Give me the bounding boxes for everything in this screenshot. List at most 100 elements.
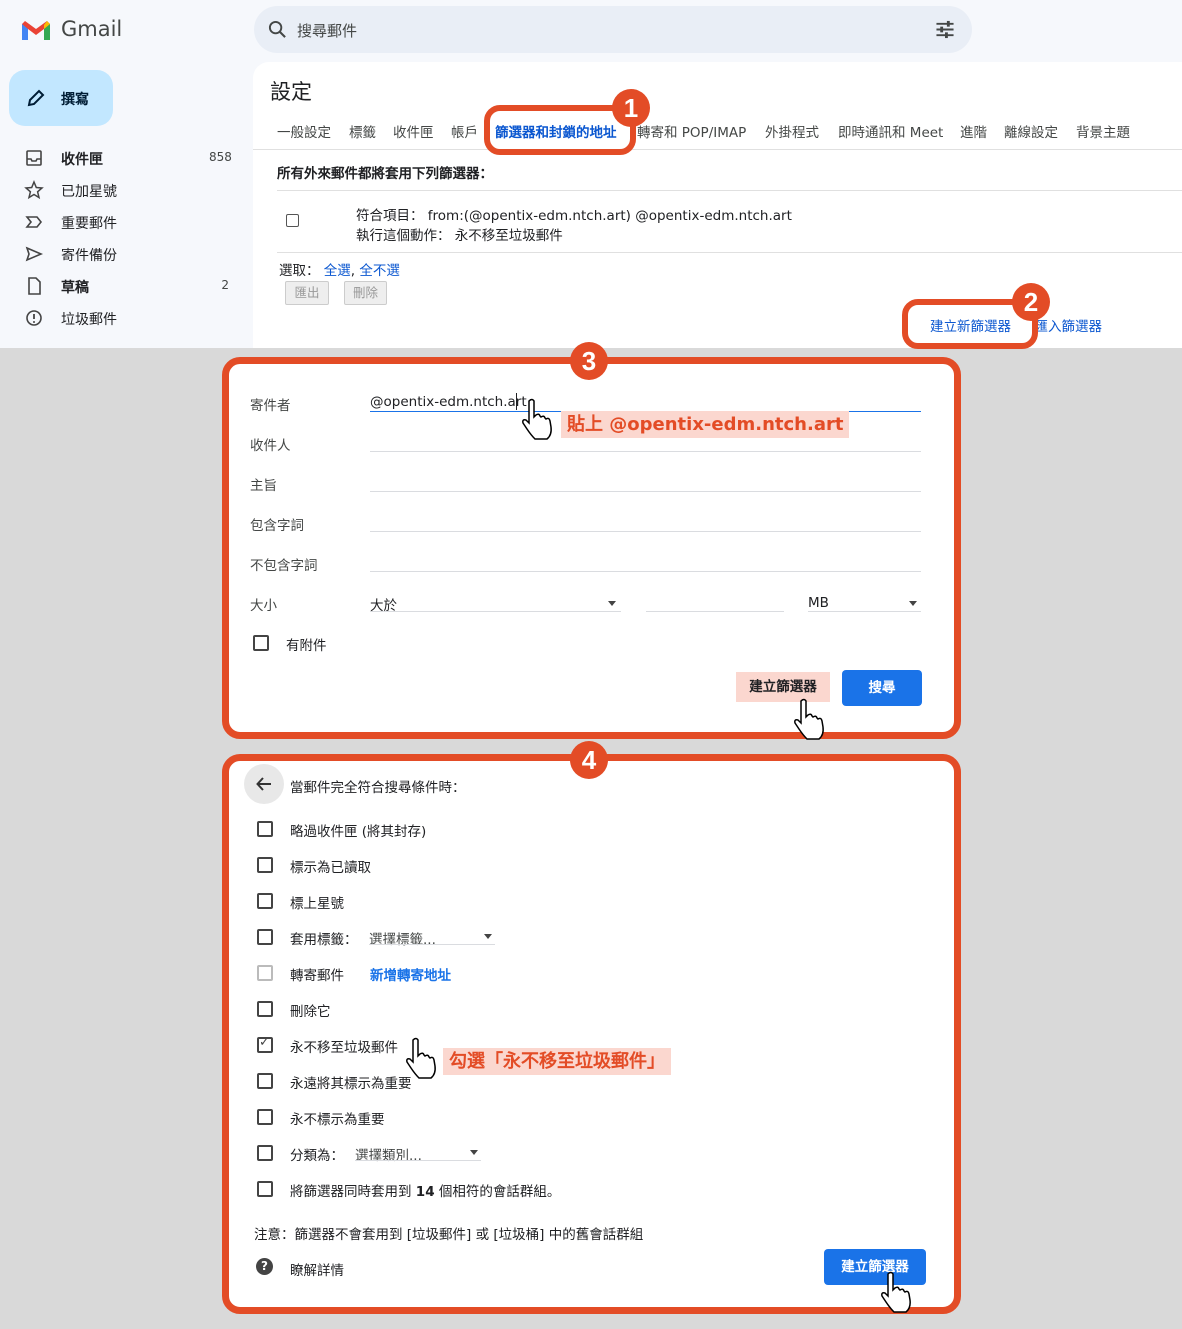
compose-button[interactable]: 撰寫: [9, 70, 113, 126]
star-icon: [24, 180, 44, 200]
search-options-icon[interactable]: [935, 20, 955, 39]
export-button[interactable]: 匯出: [285, 281, 329, 305]
check-instruction-note: 勾選「永不移至垃圾郵件」: [443, 1048, 671, 1075]
divider: [253, 149, 1182, 150]
tab-general[interactable]: 一般設定: [277, 121, 331, 141]
import-filter-link[interactable]: 匯入篩選器: [1035, 315, 1102, 335]
tab-addons[interactable]: 外掛程式: [765, 121, 819, 141]
categorize-label: 分類為：: [290, 1148, 344, 1164]
chevron-down-icon: [484, 934, 492, 939]
arrow-back-icon: [256, 777, 271, 791]
to-input[interactable]: [370, 451, 921, 452]
important-icon: [25, 216, 43, 228]
apply-to-matching-checkbox[interactable]: [257, 1181, 273, 1197]
search-icon[interactable]: [268, 20, 287, 39]
chevron-down-icon: [608, 601, 616, 606]
step-badge-2: 2: [1012, 283, 1050, 321]
select-label: 選取：: [279, 263, 320, 279]
categorize-checkbox[interactable]: [257, 1145, 273, 1161]
size-label: 大小: [250, 598, 277, 614]
delete-button[interactable]: 刪除: [344, 281, 387, 305]
paste-instruction-note: 貼上 @opentix-edm.ntch.art: [561, 411, 850, 438]
chevron-down-icon: [470, 1150, 478, 1155]
skip-inbox-checkbox[interactable]: [257, 821, 273, 837]
tab-inbox[interactable]: 收件匣: [393, 121, 434, 141]
subject-label: 主旨: [250, 478, 277, 494]
filter-criteria[interactable]: 符合項目： from:(@opentix-edm.ntch.art) @open…: [356, 204, 792, 224]
subject-input[interactable]: [370, 491, 921, 492]
draft-count: 2: [221, 278, 229, 292]
search-bar[interactable]: 搜尋郵件: [254, 6, 972, 53]
add-forward-address-link[interactable]: 新增轉寄地址: [370, 964, 451, 984]
send-icon: [25, 246, 44, 262]
delete-it-checkbox[interactable]: [257, 1001, 273, 1017]
size-value-input[interactable]: [646, 611, 784, 612]
search-input[interactable]: 搜尋郵件: [297, 20, 357, 41]
sidebar-item-label: 已加星號: [61, 184, 117, 200]
select-all-link[interactable]: 全選: [324, 263, 351, 279]
tab-forwarding[interactable]: 轉寄和 POP/IMAP: [637, 121, 746, 141]
sidebar-item-label: 重要郵件: [61, 216, 117, 232]
chevron-down-icon: [909, 601, 917, 606]
hand-cursor-icon: [406, 1037, 436, 1079]
apply-to-matching-label: 將篩選器同時套用到 14 個相符的會話群組。: [290, 1180, 560, 1200]
category-select-underline: [355, 1160, 481, 1161]
tab-offline[interactable]: 離線設定: [1004, 121, 1058, 141]
step-badge-4: 4: [570, 741, 608, 779]
tab-labels[interactable]: 標籤: [349, 121, 376, 141]
size-unit-select[interactable]: MB: [808, 595, 829, 611]
never-important-checkbox[interactable]: [257, 1109, 273, 1125]
learn-more-link[interactable]: 瞭解詳情: [290, 1259, 344, 1279]
skip-inbox-label: 略過收件匣 (將其封存): [290, 824, 427, 840]
category-select[interactable]: 選擇類別...: [355, 1144, 422, 1164]
matching-count: 14: [415, 1184, 435, 1200]
select-none-link[interactable]: 全不選: [359, 263, 400, 279]
size-unit-underline: [808, 611, 921, 612]
apply-prefix: 將篩選器同時套用到: [290, 1184, 416, 1200]
apply-label-checkbox[interactable]: [257, 929, 273, 945]
apply-suffix: 個相符的會話群組。: [434, 1184, 561, 1200]
from-input[interactable]: @opentix-edm.ntch.art: [370, 394, 527, 410]
tab-chat-meet[interactable]: 即時通訊和 Meet: [838, 121, 943, 141]
forward-label: 轉寄郵件: [290, 968, 344, 984]
label-select[interactable]: 選擇標籤...: [369, 928, 436, 948]
no-words-label: 不包含字詞: [250, 558, 318, 574]
draft-icon: [28, 277, 41, 295]
has-attachment-checkbox[interactable]: [253, 635, 269, 651]
divider: [277, 252, 1182, 253]
hand-cursor-icon: [522, 398, 552, 440]
apply-label-label: 套用標籤：: [290, 932, 358, 948]
filters-header: 所有外來郵件都將套用下列篩選器：: [277, 166, 493, 182]
unread-count: 858: [209, 150, 232, 164]
label-select-underline: [369, 944, 495, 945]
back-button[interactable]: [244, 764, 284, 804]
help-icon[interactable]: ?: [256, 1258, 273, 1275]
gmail-settings-screen: Gmail 搜尋郵件 撰寫 收件匣 858 已加星號 重要郵件 寄件備份 草稿 …: [0, 0, 1182, 348]
filter-row-checkbox[interactable]: [286, 214, 299, 227]
always-important-checkbox[interactable]: [257, 1073, 273, 1089]
divider: [277, 190, 1182, 191]
hand-cursor-icon: [881, 1271, 911, 1313]
no-words-input[interactable]: [370, 571, 921, 572]
actions-header: 當郵件完全符合搜尋條件時：: [290, 780, 466, 796]
tab-themes[interactable]: 背景主題: [1076, 121, 1130, 141]
filter-note: 注意：篩選器不會套用到 [垃圾郵件] 或 [垃圾桶] 中的舊會話群組: [254, 1227, 644, 1243]
never-spam-checkbox[interactable]: [257, 1035, 273, 1053]
size-operator-underline: [370, 611, 621, 612]
mark-read-checkbox[interactable]: [257, 857, 273, 873]
has-words-input[interactable]: [370, 531, 921, 532]
step-badge-3: 3: [570, 342, 608, 380]
text-cursor: [516, 393, 517, 410]
app-name: Gmail: [61, 17, 123, 41]
tab-advanced[interactable]: 進階: [960, 121, 987, 141]
search-button[interactable]: 搜尋: [842, 670, 922, 706]
tab-accounts[interactable]: 帳戶: [451, 121, 478, 141]
sidebar-item-label: 寄件備份: [61, 248, 117, 264]
has-words-label: 包含字詞: [250, 518, 304, 534]
pencil-icon: [27, 89, 45, 107]
star-it-checkbox[interactable]: [257, 893, 273, 909]
sidebar-item-label: 垃圾郵件: [61, 312, 117, 328]
spam-icon: [26, 310, 42, 326]
forward-checkbox[interactable]: [257, 965, 273, 981]
step-badge-1: 1: [612, 89, 650, 127]
